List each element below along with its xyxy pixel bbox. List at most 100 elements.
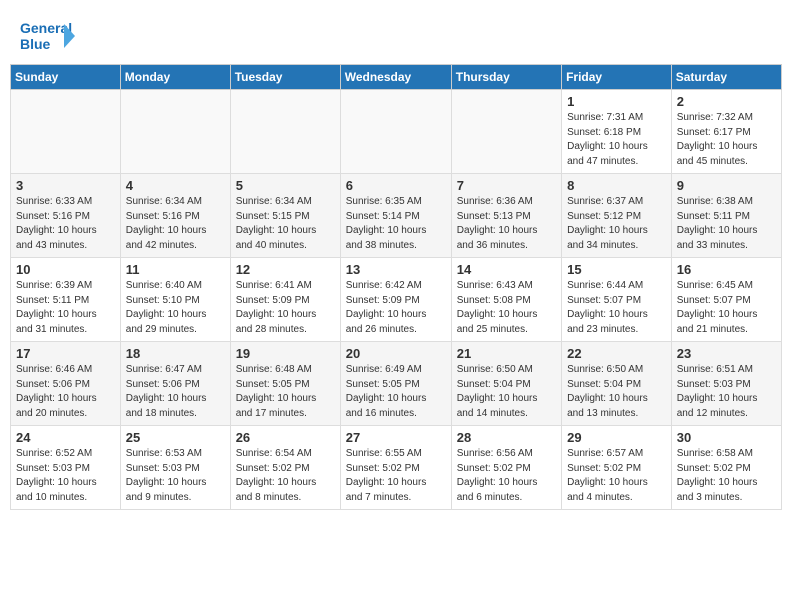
sun-info: Sunrise: 6:34 AM Sunset: 5:16 PM Dayligh…	[126, 195, 225, 253]
sun-info: Sunrise: 6:55 AM Sunset: 5:02 PM Dayligh…	[346, 447, 446, 505]
calendar-cell: 7 Sunrise: 6:36 AM Sunset: 5:13 PM Daylig…	[451, 174, 561, 258]
day-number: 21	[457, 346, 556, 361]
calendar-cell: 8Sunrise: 6:37 AM Sunset: 5:12 PM Daylig…	[562, 174, 672, 258]
sun-info: Sunrise: 6:56 AM Sunset: 5:02 PM Dayligh…	[457, 447, 556, 505]
sun-info: Sunrise: 6:49 AM Sunset: 5:05 PM Dayligh…	[346, 363, 446, 421]
calendar-cell: 20 Sunrise: 6:49 AM Sunset: 5:05 PM Dayli…	[340, 342, 451, 426]
calendar-cell: 1 Sunrise: 7:31 AM Sunset: 6:18 PM Daylig…	[562, 90, 672, 174]
weekday-header-row: SundayMondayTuesdayWednesdayThursdayFrid…	[11, 65, 782, 90]
calendar-cell: 5 Sunrise: 6:34 AM Sunset: 5:15 PM Daylig…	[230, 174, 340, 258]
day-number: 20	[346, 346, 446, 361]
day-number: 24	[16, 430, 115, 445]
sun-info: Sunrise: 6:35 AM Sunset: 5:14 PM Dayligh…	[346, 195, 446, 253]
calendar-cell	[340, 90, 451, 174]
calendar-cell: 23 Sunrise: 6:51 AM Sunset: 5:03 PM Dayli…	[671, 342, 781, 426]
sun-info: Sunrise: 6:41 AM Sunset: 5:09 PM Dayligh…	[236, 279, 335, 337]
day-number: 5	[236, 178, 335, 193]
day-number: 27	[346, 430, 446, 445]
calendar-body: 1 Sunrise: 7:31 AM Sunset: 6:18 PM Daylig…	[11, 90, 782, 510]
calendar-cell	[451, 90, 561, 174]
week-row-4: 17Sunrise: 6:46 AM Sunset: 5:06 PM Dayli…	[11, 342, 782, 426]
day-number: 3	[16, 178, 115, 193]
day-number: 13	[346, 262, 446, 277]
calendar-cell: 19Sunrise: 6:48 AM Sunset: 5:05 PM Dayli…	[230, 342, 340, 426]
calendar-cell: 29 Sunrise: 6:57 AM Sunset: 5:02 PM Dayli…	[562, 426, 672, 510]
weekday-wednesday: Wednesday	[340, 65, 451, 90]
calendar-cell: 18 Sunrise: 6:47 AM Sunset: 5:06 PM Dayli…	[120, 342, 230, 426]
weekday-sunday: Sunday	[11, 65, 121, 90]
day-number: 23	[677, 346, 776, 361]
day-number: 8	[567, 178, 666, 193]
sun-info: Sunrise: 6:40 AM Sunset: 5:10 PM Dayligh…	[126, 279, 225, 337]
calendar-cell: 2 Sunrise: 7:32 AM Sunset: 6:17 PM Daylig…	[671, 90, 781, 174]
day-number: 26	[236, 430, 335, 445]
calendar-cell: 17Sunrise: 6:46 AM Sunset: 5:06 PM Dayli…	[11, 342, 121, 426]
sun-info: Sunrise: 6:33 AM Sunset: 5:16 PM Dayligh…	[16, 195, 115, 253]
day-number: 18	[126, 346, 225, 361]
weekday-monday: Monday	[120, 65, 230, 90]
sun-info: Sunrise: 6:46 AM Sunset: 5:06 PM Dayligh…	[16, 363, 115, 421]
day-number: 1	[567, 94, 666, 109]
sun-info: Sunrise: 6:50 AM Sunset: 5:04 PM Dayligh…	[457, 363, 556, 421]
sun-info: Sunrise: 6:48 AM Sunset: 5:05 PM Dayligh…	[236, 363, 335, 421]
calendar-cell: 30Sunrise: 6:58 AM Sunset: 5:02 PM Dayli…	[671, 426, 781, 510]
logo: GeneralBlue	[20, 16, 80, 56]
sun-info: Sunrise: 7:31 AM Sunset: 6:18 PM Dayligh…	[567, 111, 666, 169]
calendar-cell: 3 Sunrise: 6:33 AM Sunset: 5:16 PM Daylig…	[11, 174, 121, 258]
sun-info: Sunrise: 6:51 AM Sunset: 5:03 PM Dayligh…	[677, 363, 776, 421]
sun-info: Sunrise: 6:47 AM Sunset: 5:06 PM Dayligh…	[126, 363, 225, 421]
sun-info: Sunrise: 6:53 AM Sunset: 5:03 PM Dayligh…	[126, 447, 225, 505]
calendar-cell: 10Sunrise: 6:39 AM Sunset: 5:11 PM Dayli…	[11, 258, 121, 342]
sun-info: Sunrise: 6:42 AM Sunset: 5:09 PM Dayligh…	[346, 279, 446, 337]
calendar-cell: 13 Sunrise: 6:42 AM Sunset: 5:09 PM Dayli…	[340, 258, 451, 342]
day-number: 12	[236, 262, 335, 277]
day-number: 2	[677, 94, 776, 109]
day-number: 6	[346, 178, 446, 193]
weekday-friday: Friday	[562, 65, 672, 90]
calendar-cell: 14 Sunrise: 6:43 AM Sunset: 5:08 PM Dayli…	[451, 258, 561, 342]
calendar-cell: 6 Sunrise: 6:35 AM Sunset: 5:14 PM Daylig…	[340, 174, 451, 258]
calendar-wrapper: SundayMondayTuesdayWednesdayThursdayFrid…	[0, 64, 792, 520]
day-number: 9	[677, 178, 776, 193]
day-number: 11	[126, 262, 225, 277]
calendar-cell: 27 Sunrise: 6:55 AM Sunset: 5:02 PM Dayli…	[340, 426, 451, 510]
week-row-5: 24 Sunrise: 6:52 AM Sunset: 5:03 PM Dayli…	[11, 426, 782, 510]
calendar-cell: 4 Sunrise: 6:34 AM Sunset: 5:16 PM Daylig…	[120, 174, 230, 258]
day-number: 14	[457, 262, 556, 277]
weekday-thursday: Thursday	[451, 65, 561, 90]
week-row-2: 3 Sunrise: 6:33 AM Sunset: 5:16 PM Daylig…	[11, 174, 782, 258]
day-number: 4	[126, 178, 225, 193]
week-row-3: 10Sunrise: 6:39 AM Sunset: 5:11 PM Dayli…	[11, 258, 782, 342]
calendar-cell: 28Sunrise: 6:56 AM Sunset: 5:02 PM Dayli…	[451, 426, 561, 510]
day-number: 22	[567, 346, 666, 361]
calendar-cell	[11, 90, 121, 174]
calendar-cell	[230, 90, 340, 174]
sun-info: Sunrise: 6:34 AM Sunset: 5:15 PM Dayligh…	[236, 195, 335, 253]
sun-info: Sunrise: 6:36 AM Sunset: 5:13 PM Dayligh…	[457, 195, 556, 253]
calendar-header: SundayMondayTuesdayWednesdayThursdayFrid…	[11, 65, 782, 90]
calendar-cell: 12 Sunrise: 6:41 AM Sunset: 5:09 PM Dayli…	[230, 258, 340, 342]
sun-info: Sunrise: 6:57 AM Sunset: 5:02 PM Dayligh…	[567, 447, 666, 505]
calendar-cell: 22Sunrise: 6:50 AM Sunset: 5:04 PM Dayli…	[562, 342, 672, 426]
day-number: 7	[457, 178, 556, 193]
sun-info: Sunrise: 7:32 AM Sunset: 6:17 PM Dayligh…	[677, 111, 776, 169]
sun-info: Sunrise: 6:58 AM Sunset: 5:02 PM Dayligh…	[677, 447, 776, 505]
calendar-table: SundayMondayTuesdayWednesdayThursdayFrid…	[10, 64, 782, 510]
sun-info: Sunrise: 6:52 AM Sunset: 5:03 PM Dayligh…	[16, 447, 115, 505]
week-row-1: 1 Sunrise: 7:31 AM Sunset: 6:18 PM Daylig…	[11, 90, 782, 174]
sun-info: Sunrise: 6:43 AM Sunset: 5:08 PM Dayligh…	[457, 279, 556, 337]
sun-info: Sunrise: 6:38 AM Sunset: 5:11 PM Dayligh…	[677, 195, 776, 253]
calendar-cell: 25 Sunrise: 6:53 AM Sunset: 5:03 PM Dayli…	[120, 426, 230, 510]
calendar-cell: 11 Sunrise: 6:40 AM Sunset: 5:10 PM Dayli…	[120, 258, 230, 342]
calendar-cell: 24 Sunrise: 6:52 AM Sunset: 5:03 PM Dayli…	[11, 426, 121, 510]
weekday-saturday: Saturday	[671, 65, 781, 90]
day-number: 25	[126, 430, 225, 445]
calendar-cell: 26Sunrise: 6:54 AM Sunset: 5:02 PM Dayli…	[230, 426, 340, 510]
calendar-cell: 21 Sunrise: 6:50 AM Sunset: 5:04 PM Dayli…	[451, 342, 561, 426]
day-number: 10	[16, 262, 115, 277]
calendar-cell: 16Sunrise: 6:45 AM Sunset: 5:07 PM Dayli…	[671, 258, 781, 342]
day-number: 29	[567, 430, 666, 445]
calendar-cell: 9 Sunrise: 6:38 AM Sunset: 5:11 PM Daylig…	[671, 174, 781, 258]
calendar-cell	[120, 90, 230, 174]
sun-info: Sunrise: 6:45 AM Sunset: 5:07 PM Dayligh…	[677, 279, 776, 337]
